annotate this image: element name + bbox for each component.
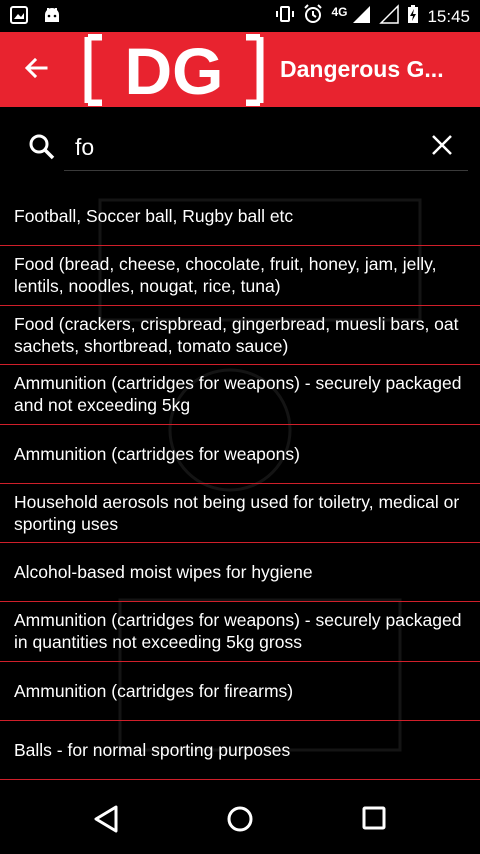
square-recents-icon: [360, 806, 388, 836]
signal-empty-icon: [379, 4, 400, 29]
search-bar: [0, 107, 480, 187]
nav-recents-button[interactable]: [360, 804, 392, 836]
list-item[interactable]: Balls - for normal sporting purposes: [0, 721, 480, 780]
close-icon: [430, 135, 454, 161]
clock-time: 15:45: [427, 6, 470, 26]
list-item[interactable]: Household aerosols not being used for to…: [0, 484, 480, 543]
list-item[interactable]: Ammunition (cartridges for weapons) - se…: [0, 602, 480, 662]
list-item[interactable]: Ammunition (cartridges for firearms): [0, 662, 480, 721]
results-list: Football, Soccer ball, Rugby ball etc Fo…: [0, 187, 480, 780]
list-item[interactable]: Ammunition (cartridges for weapons) - se…: [0, 365, 480, 425]
app-logo: DG: [84, 33, 264, 108]
image-notification-icon: [10, 6, 28, 29]
network-type-label: 4G: [331, 4, 348, 19]
list-item[interactable]: Alcohol-based moist wipes for hygiene: [0, 543, 480, 602]
alarm-icon: [303, 4, 323, 29]
nav-home-button[interactable]: [225, 804, 257, 836]
app-bar: DG Dangerous G...: [0, 32, 480, 108]
arrow-left-icon: [23, 55, 49, 86]
list-item[interactable]: Food (bread, cheese, chocolate, fruit, h…: [0, 246, 480, 306]
battery-charging-icon: [407, 4, 419, 29]
circle-home-icon: [225, 806, 255, 838]
search-underline: [64, 170, 468, 171]
logo-text: DG: [125, 34, 224, 106]
clear-search-button[interactable]: [430, 133, 456, 159]
list-item[interactable]: Food (crackers, crispbread, gingerbread,…: [0, 306, 480, 365]
list-item[interactable]: Football, Soccer ball, Rugby ball etc: [0, 187, 480, 246]
search-icon: [28, 133, 56, 166]
page-title: Dangerous G...: [280, 56, 444, 82]
status-bar: 4G 15:45: [0, 0, 480, 32]
back-button[interactable]: [18, 52, 54, 88]
nav-back-button[interactable]: [92, 804, 124, 836]
list-item[interactable]: Ammunition (cartridges for weapons): [0, 425, 480, 484]
signal-full-icon: [351, 4, 371, 29]
android-notification-icon: [42, 6, 62, 29]
triangle-back-icon: [92, 805, 120, 838]
vibrate-icon: [275, 5, 295, 28]
search-input[interactable]: [75, 132, 405, 162]
navigation-bar: [0, 782, 480, 854]
